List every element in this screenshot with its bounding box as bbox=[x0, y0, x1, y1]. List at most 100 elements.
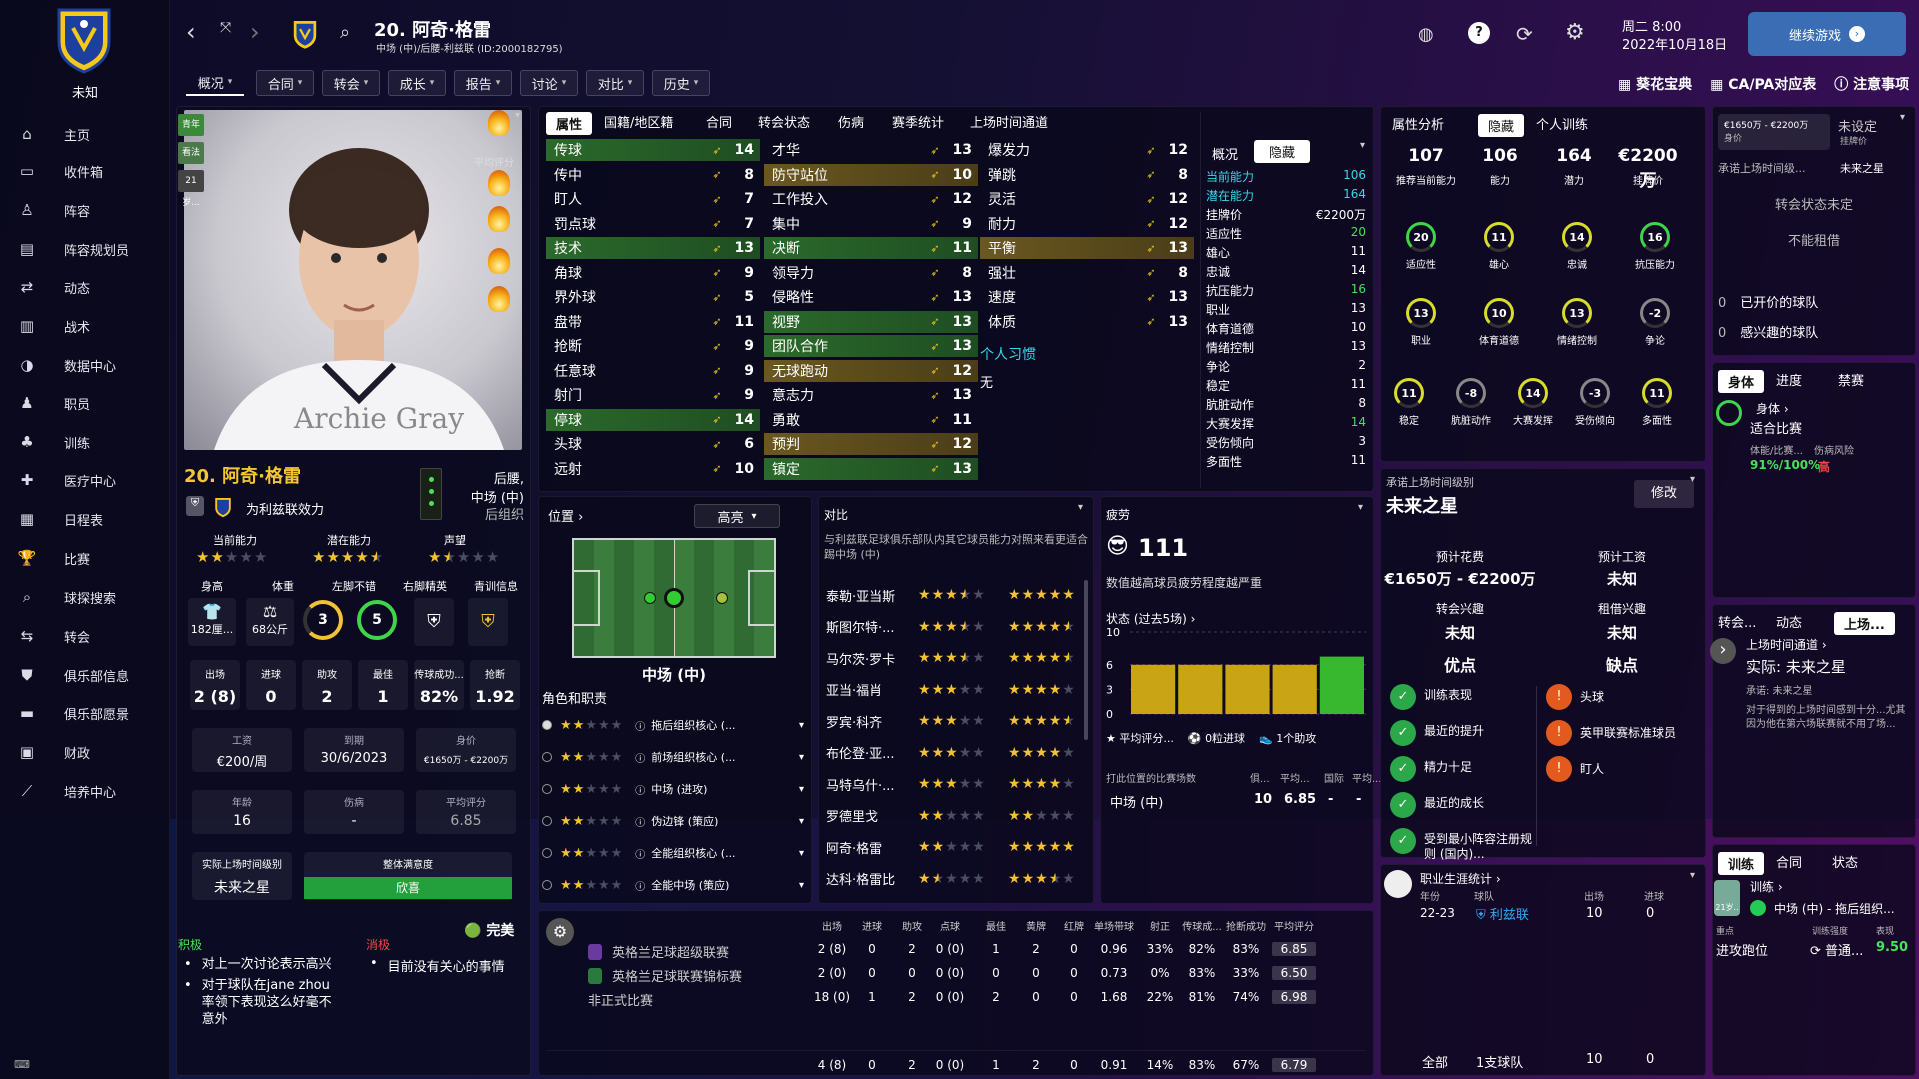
attr-row[interactable]: 盯人 ➶ 7 bbox=[546, 188, 760, 210]
youth-england-icon[interactable]: ⛨ bbox=[414, 598, 454, 646]
pro-item[interactable]: 受到最小阵容注册规则 (国内)... bbox=[1424, 832, 1534, 862]
compare-row[interactable]: 泰勒·亚当斯 ★★★★★ ★★★★★ bbox=[826, 584, 1076, 606]
attribute-gauge[interactable]: -3 bbox=[1580, 378, 1610, 408]
club-crest-icon[interactable] bbox=[55, 4, 113, 74]
attr-row[interactable]: 射门 ➶ 9 bbox=[546, 384, 760, 406]
sidebar-item-0[interactable]: ⌂ 主页 bbox=[0, 118, 168, 150]
train-label[interactable]: 训练 › bbox=[1750, 878, 1783, 895]
bodytabs-1[interactable]: 进度 bbox=[1776, 370, 1802, 389]
attribute-gauge[interactable]: 10 bbox=[1484, 298, 1514, 328]
settings-icon[interactable]: ⚙ bbox=[1565, 20, 1585, 45]
newstabs-1[interactable]: 动态 bbox=[1776, 612, 1802, 631]
info-icon[interactable]: ⓘ bbox=[635, 750, 645, 765]
competition-name[interactable]: 非正式比赛 bbox=[588, 990, 653, 1009]
collapse-icon[interactable]: ▾ bbox=[515, 110, 520, 121]
attr-row[interactable]: 界外球 ➶ 5 bbox=[546, 286, 760, 308]
pro-item[interactable]: 训练表现 bbox=[1424, 688, 1534, 703]
forward-icon[interactable]: › bbox=[250, 18, 260, 46]
attr-row[interactable]: 罚点球 ➶ 7 bbox=[546, 213, 760, 235]
role-row[interactable]: ★★★★★ ⓘ 中场 (进攻) ▾ bbox=[542, 776, 804, 802]
sidebar-item-5[interactable]: ▥ 战术 bbox=[0, 310, 168, 342]
menu-5[interactable]: 讨论 ▾ bbox=[520, 70, 578, 96]
info-icon[interactable]: ⓘ bbox=[635, 782, 645, 797]
player-tag-1[interactable]: 看法 bbox=[178, 142, 204, 164]
form-bar[interactable] bbox=[1131, 664, 1176, 714]
form-bar[interactable] bbox=[1178, 664, 1223, 714]
traintabs-0[interactable]: 训练 bbox=[1718, 852, 1765, 875]
attr-tab-4[interactable]: 伤病 bbox=[838, 112, 864, 131]
attribute-gauge[interactable]: 11 bbox=[1642, 378, 1672, 408]
bodytabs-2[interactable]: 禁赛 bbox=[1838, 370, 1864, 389]
attribute-gauge[interactable]: 20 bbox=[1406, 222, 1436, 252]
sidebar-item-14[interactable]: ⛊ 俱乐部信息 bbox=[0, 659, 168, 691]
sidebar-item-7[interactable]: ♟ 职员 bbox=[0, 387, 168, 419]
role-row[interactable]: ★★★★★ ⓘ 拖后组织核心 (... ▾ bbox=[542, 712, 804, 738]
player-tag-0[interactable]: 青年 bbox=[178, 114, 204, 136]
hidden-tab-hidden[interactable]: 隐藏 bbox=[1254, 140, 1310, 163]
attr-row[interactable]: 才华 ➶ 13 bbox=[764, 139, 978, 161]
analysis-tab-0[interactable]: 属性分析 bbox=[1392, 114, 1444, 133]
body-label[interactable]: 身体 › bbox=[1756, 400, 1789, 417]
attr-tab-5[interactable]: 赛季统计 bbox=[892, 112, 944, 131]
info-icon[interactable]: ⓘ bbox=[635, 718, 645, 733]
attr-row[interactable]: 爆发力 ➶ 12 bbox=[980, 139, 1194, 161]
attr-row[interactable]: 预判 ➶ 12 bbox=[764, 433, 978, 455]
attr-row[interactable]: 决断 ➶ 11 bbox=[764, 237, 978, 259]
career-collapse-icon[interactable]: ▾ bbox=[1690, 870, 1695, 881]
form-bar[interactable] bbox=[1225, 664, 1270, 714]
compare-row[interactable]: 布伦登·亚... ★★★★★ ★★★★★ bbox=[826, 742, 1076, 764]
attr-tab-6[interactable]: 上场时间通道 bbox=[970, 112, 1048, 131]
attr-row[interactable]: 灵活 ➶ 12 bbox=[980, 188, 1194, 210]
sidebar-item-11[interactable]: 🏆 比赛 bbox=[0, 542, 168, 574]
fatigue-collapse-icon[interactable]: ▾ bbox=[1358, 502, 1363, 513]
attr-row[interactable]: 弹跳 ➶ 8 bbox=[980, 164, 1194, 186]
attribute-gauge[interactable]: 16 bbox=[1640, 222, 1670, 252]
attr-row[interactable]: 镇定 ➶ 13 bbox=[764, 457, 978, 480]
sidebar-item-8[interactable]: ♣ 训练 bbox=[0, 426, 168, 458]
attr-row[interactable]: 停球 ➶ 14 bbox=[546, 408, 760, 431]
pt-label[interactable]: 上场时间通道 › bbox=[1746, 636, 1827, 653]
keyboard-icon[interactable]: ⌨ bbox=[14, 1058, 30, 1071]
attr-row[interactable]: 任意球 ➶ 9 bbox=[546, 360, 760, 382]
competition-name[interactable]: 英格兰足球超级联赛 bbox=[612, 942, 729, 961]
compare-row[interactable]: 阿奇·格雷 ★★★★★ ★★★★★ bbox=[826, 836, 1076, 858]
attribute-gauge[interactable]: 13 bbox=[1406, 298, 1436, 328]
con-item[interactable]: 盯人 bbox=[1580, 760, 1696, 777]
traintabs-1[interactable]: 合同 bbox=[1776, 852, 1802, 871]
newstabs-0[interactable]: 转会... bbox=[1718, 612, 1756, 631]
right-collapse-icon[interactable]: ▾ bbox=[1900, 112, 1905, 123]
attr-tab-2[interactable]: 合同 bbox=[706, 112, 732, 131]
sidebar-item-15[interactable]: ▬ 俱乐部愿景 bbox=[0, 697, 168, 729]
season-settings-icon[interactable]: ⚙ bbox=[546, 918, 574, 946]
con-item[interactable]: 头球 bbox=[1580, 688, 1696, 705]
menu-0[interactable]: 概况 ▾ bbox=[186, 70, 244, 96]
compare-row[interactable]: 马尔茨·罗卡 ★★★★★ ★★★★★ bbox=[826, 647, 1076, 669]
promise-edit-button[interactable]: 修改 bbox=[1634, 480, 1694, 508]
help-icon[interactable]: ? bbox=[1468, 22, 1490, 44]
sidebar-item-10[interactable]: ▦ 日程表 bbox=[0, 503, 168, 535]
attr-row[interactable]: 远射 ➶ 10 bbox=[546, 458, 760, 480]
globe-icon[interactable]: ◍ bbox=[1418, 24, 1434, 45]
pro-item[interactable]: 最近的提升 bbox=[1424, 724, 1534, 739]
analysis-tab-1[interactable]: 隐藏 bbox=[1478, 114, 1525, 137]
sidebar-item-12[interactable]: ⌕ 球探搜索 bbox=[0, 581, 168, 613]
attr-row[interactable]: 工作投入 ➶ 12 bbox=[764, 188, 978, 210]
attr-row[interactable]: 技术 ➶ 13 bbox=[546, 237, 760, 259]
position-dropdown[interactable]: 高亮 ▾ bbox=[694, 504, 780, 528]
attr-row[interactable]: 意志力 ➶ 13 bbox=[764, 384, 978, 406]
role-row[interactable]: ★★★★★ ⓘ 全能中场 (策应) ▾ bbox=[542, 872, 804, 898]
menu-1[interactable]: 合同 ▾ bbox=[256, 70, 314, 96]
sidebar-item-16[interactable]: ▣ 财政 bbox=[0, 736, 168, 768]
career-club[interactable]: ⛨ 利兹联 bbox=[1476, 904, 1529, 923]
newstabs-2[interactable]: 上场... bbox=[1834, 612, 1895, 635]
form-bar[interactable] bbox=[1272, 664, 1317, 714]
hidden-collapse-icon[interactable]: ▾ bbox=[1360, 140, 1365, 151]
attr-row[interactable]: 领导力 ➶ 8 bbox=[764, 262, 978, 284]
attr-row[interactable]: 无球跑动 ➶ 12 bbox=[764, 359, 978, 382]
player-tag-2[interactable]: 21岁... bbox=[178, 170, 204, 208]
form-bar[interactable] bbox=[1319, 656, 1364, 714]
attr-row[interactable]: 角球 ➶ 9 bbox=[546, 262, 760, 284]
attr-tab-1[interactable]: 国籍/地区籍 bbox=[604, 112, 673, 131]
attr-row[interactable]: 盘带 ➶ 11 bbox=[546, 311, 760, 333]
role-row[interactable]: ★★★★★ ⓘ 伪边锋 (策应) ▾ bbox=[542, 808, 804, 834]
